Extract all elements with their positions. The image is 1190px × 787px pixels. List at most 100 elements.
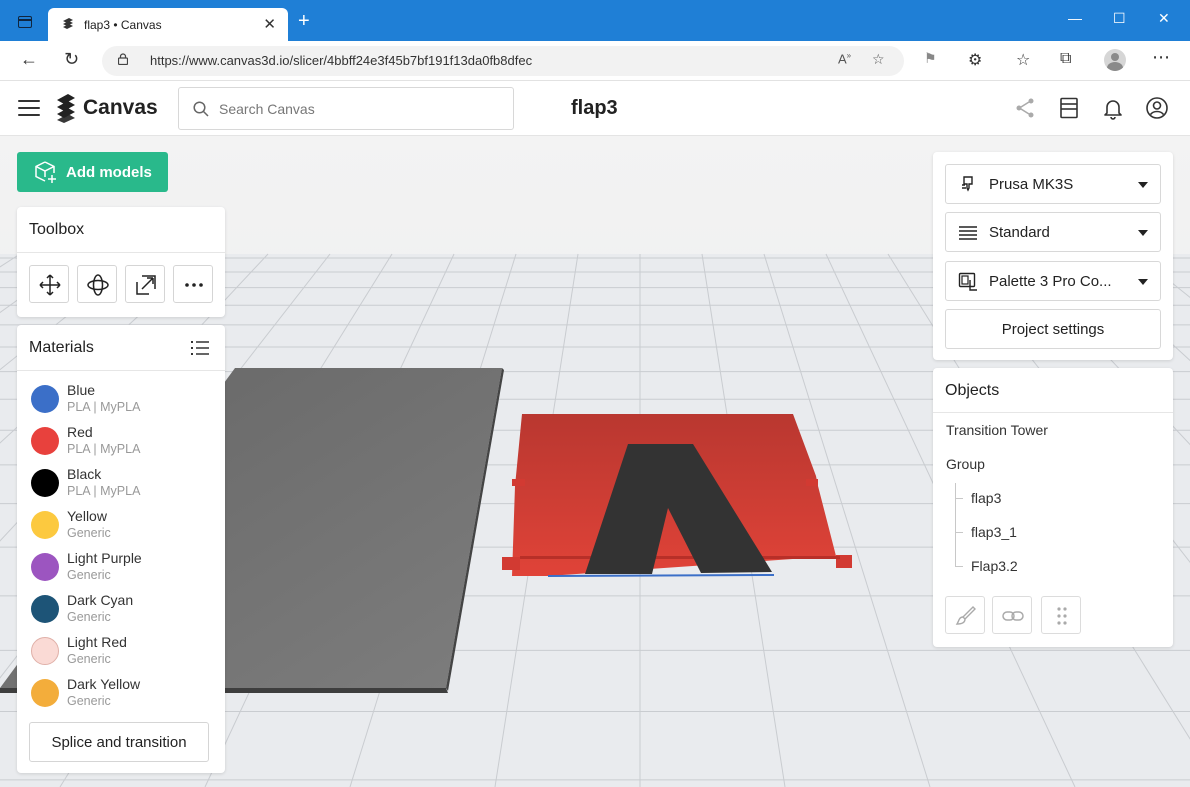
material-swatch: [31, 679, 59, 707]
material-type: Generic: [67, 610, 111, 624]
browser-title-bar: flap3 • Canvas ✕ + — ☐ ✕: [0, 0, 1190, 41]
chevron-down-icon: [1138, 279, 1148, 285]
search-box[interactable]: [178, 87, 514, 130]
canvas-logo-icon: [57, 94, 75, 123]
drag-dots-icon: [1057, 607, 1067, 625]
more-tools-button[interactable]: [173, 265, 213, 303]
material-item[interactable]: Yellow Generic: [29, 505, 219, 545]
account-icon[interactable]: [1145, 96, 1169, 120]
profile-dropdown[interactable]: Standard: [945, 212, 1161, 252]
toolbox-title: Toolbox: [29, 221, 85, 238]
printer-dropdown[interactable]: Prusa MK3S: [945, 164, 1161, 204]
address-bar[interactable]: https://www.canvas3d.io/slicer/4bbff24e3…: [102, 46, 904, 76]
paint-brush-icon: [955, 606, 976, 625]
lock-icon: [118, 53, 128, 65]
project-title: flap3: [571, 97, 618, 119]
move-arrows-icon: [39, 274, 61, 296]
material-name: Black: [67, 466, 102, 482]
printer-label: Prusa MK3S: [989, 176, 1074, 193]
material-name: Dark Yellow: [67, 676, 141, 692]
link-icon: [1002, 611, 1024, 621]
reload-button[interactable]: ↻: [64, 49, 79, 70]
menu-icon[interactable]: [18, 100, 40, 116]
collections-icon[interactable]: ⧉: [1060, 50, 1071, 68]
material-name: Light Red: [67, 634, 127, 650]
profile-label: Standard: [989, 224, 1050, 241]
library-icon[interactable]: [1057, 96, 1081, 120]
object-flap3-2[interactable]: Flap3.2: [971, 558, 1018, 574]
material-type: PLA | MyPLA: [67, 442, 141, 456]
material-swatch: [31, 637, 59, 665]
material-swatch: [31, 469, 59, 497]
material-name: Blue: [67, 382, 96, 398]
add-models-label: Add models: [66, 163, 152, 181]
object-flap3[interactable]: flap3: [971, 490, 1001, 506]
material-swatch: [31, 553, 59, 581]
material-item[interactable]: Black PLA | MyPLA: [29, 463, 219, 503]
material-item[interactable]: Dark Cyan Generic: [29, 589, 219, 629]
browser-toolbar: ← ↻ https://www.canvas3d.io/slicer/4bbff…: [0, 41, 1190, 81]
move-tool-button[interactable]: [29, 265, 69, 303]
tab-close-icon[interactable]: ✕: [263, 15, 276, 33]
tab-actions-icon[interactable]: [18, 16, 32, 28]
more-icon[interactable]: ⋯: [1152, 47, 1170, 68]
material-item[interactable]: Light Purple Generic: [29, 547, 219, 587]
object-group[interactable]: Group: [946, 456, 985, 472]
browser-tab[interactable]: flap3 • Canvas ✕: [48, 8, 288, 41]
material-swatch: [31, 511, 59, 539]
paint-button[interactable]: [945, 596, 985, 634]
palette-device-icon: [958, 272, 977, 291]
search-icon: [193, 101, 209, 117]
material-item[interactable]: Red PLA | MyPLA: [29, 421, 219, 461]
list-view-icon[interactable]: [191, 340, 209, 356]
favorite-add-icon[interactable]: ☆: [872, 51, 885, 68]
flap-model[interactable]: [502, 414, 852, 577]
minimize-button[interactable]: —: [1068, 10, 1082, 26]
new-tab-button[interactable]: +: [298, 11, 310, 31]
project-settings-button[interactable]: Project settings: [945, 309, 1161, 349]
material-type: Generic: [67, 652, 111, 666]
object-transition-tower[interactable]: Transition Tower: [946, 422, 1048, 438]
objects-title: Objects: [945, 382, 1000, 399]
tracking-icon[interactable]: ⚑: [924, 50, 937, 67]
material-type: Generic: [67, 694, 111, 708]
bell-icon[interactable]: [1101, 96, 1125, 120]
objects-panel: Objects Transition Tower Group flap3 fla…: [933, 368, 1173, 647]
scale-tool-button[interactable]: [125, 265, 165, 303]
extension-puzzle-icon[interactable]: ⚙: [968, 50, 982, 70]
canvas-favicon-icon: [63, 18, 73, 29]
palette-dropdown[interactable]: Palette 3 Pro Co...: [945, 261, 1161, 301]
brand-name: Canvas: [83, 96, 158, 119]
object-flap3-1[interactable]: flap3_1: [971, 524, 1017, 540]
drag-handle-button[interactable]: [1041, 596, 1081, 634]
materials-panel: Materials Blue PLA | MyPLA Red PLA | MyPLA…: [17, 325, 225, 773]
splice-and-transition-button[interactable]: Splice and transition: [29, 722, 209, 762]
print-settings-panel: Prusa MK3S Standard Palette 3 Pro Co... …: [933, 152, 1173, 360]
share-icon[interactable]: [1013, 96, 1037, 120]
printer-nozzle-icon: [962, 176, 973, 192]
add-models-button[interactable]: Add models: [17, 152, 168, 192]
close-window-button[interactable]: ✕: [1158, 10, 1170, 27]
material-item[interactable]: Dark Yellow Generic: [29, 673, 219, 713]
scale-icon: [136, 275, 156, 295]
layers-icon: [959, 226, 977, 240]
rotate-tool-button[interactable]: [77, 265, 117, 303]
profile-icon[interactable]: [1104, 49, 1126, 71]
search-input[interactable]: [219, 98, 499, 120]
material-name: Light Purple: [67, 550, 142, 566]
maximize-button[interactable]: ☐: [1113, 10, 1126, 27]
app-header: Canvas flap3: [0, 81, 1190, 136]
tree-connector: [955, 483, 956, 567]
material-swatch: [31, 595, 59, 623]
chevron-down-icon: [1138, 230, 1148, 236]
link-button[interactable]: [992, 596, 1032, 634]
back-button[interactable]: ←: [20, 49, 38, 70]
material-type: Generic: [67, 526, 111, 540]
chevron-down-icon: [1138, 182, 1148, 188]
material-type: PLA | MyPLA: [67, 484, 141, 498]
material-item[interactable]: Light Red Generic: [29, 631, 219, 671]
read-aloud-icon[interactable]: A»: [838, 51, 851, 66]
favorites-icon[interactable]: ☆: [1016, 50, 1030, 70]
material-name: Dark Cyan: [67, 592, 134, 608]
material-item[interactable]: Blue PLA | MyPLA: [29, 379, 219, 419]
